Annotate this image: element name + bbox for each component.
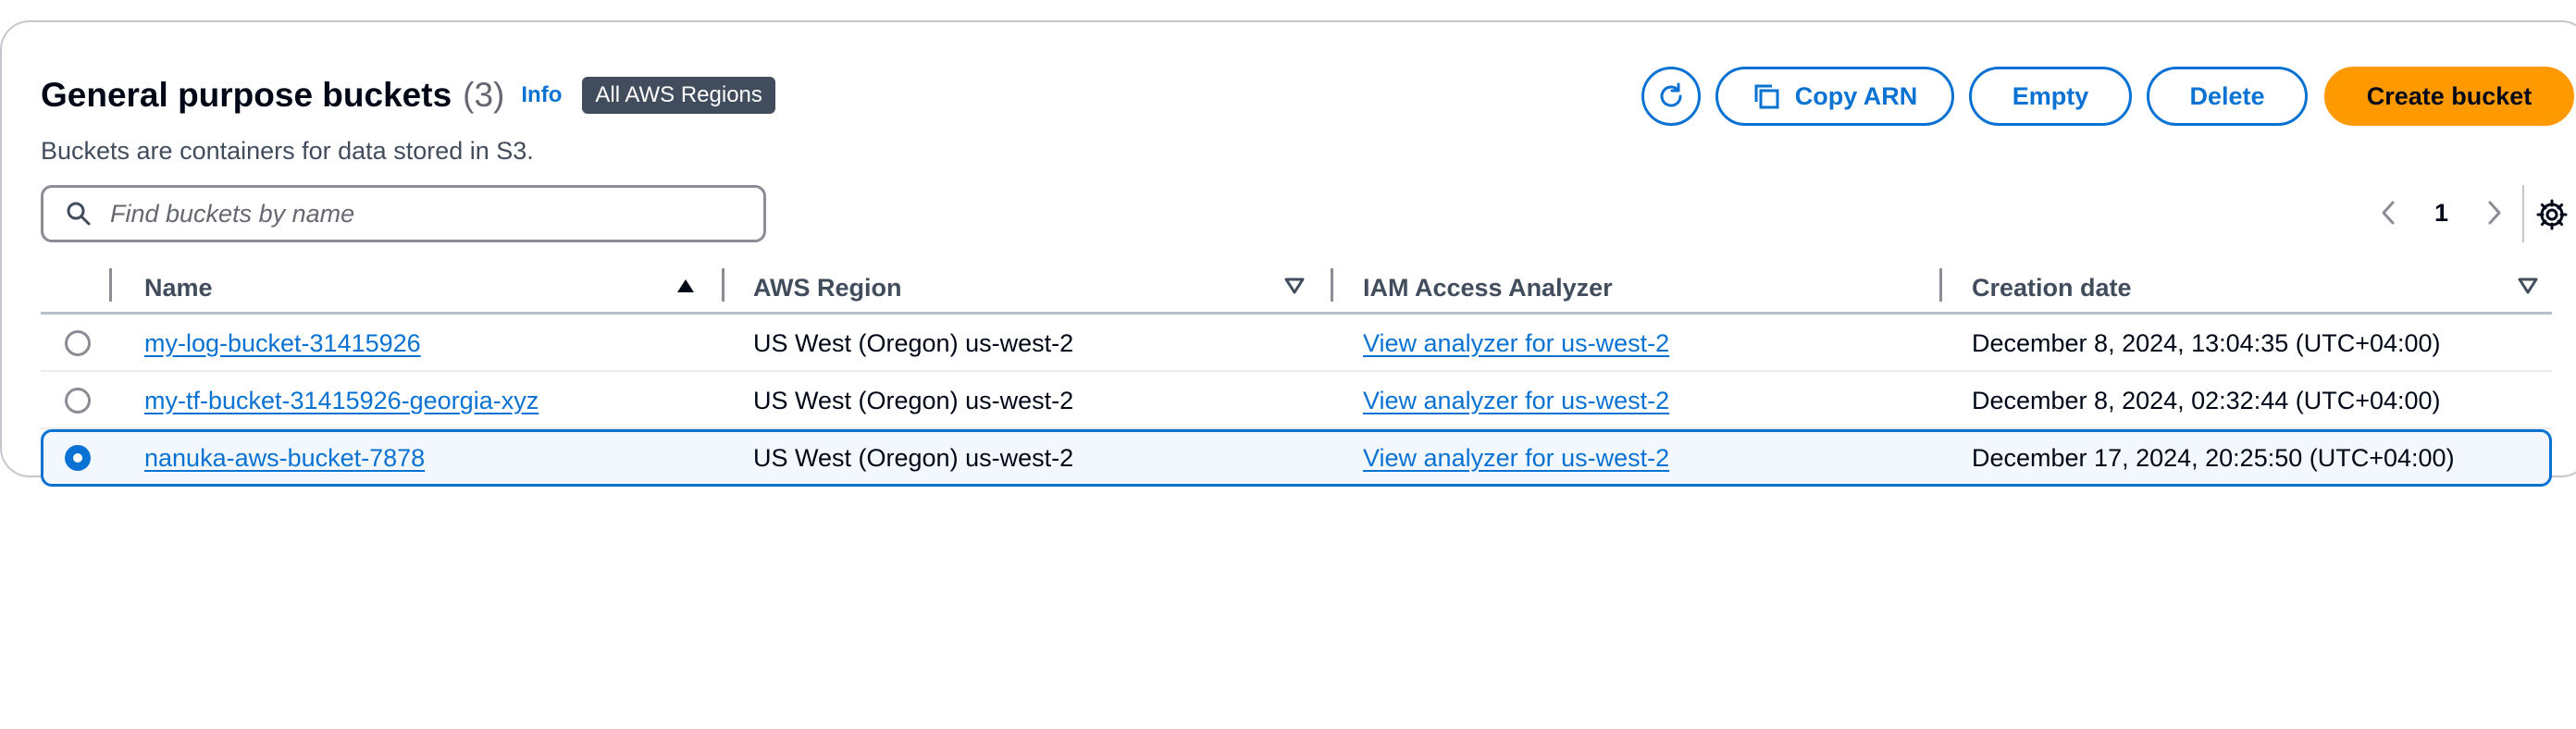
page-description: Buckets are containers for data stored i… [41, 137, 534, 165]
column-separator[interactable] [1939, 268, 1942, 302]
column-separator[interactable] [722, 268, 724, 302]
bucket-count: (3) [463, 76, 505, 114]
bucket-name-link[interactable]: my-tf-bucket-31415926-georgia-xyz [144, 387, 539, 415]
creation-date: December 17, 2024, 20:25:50 (UTC+04:00) [1972, 444, 2455, 472]
table-settings-button[interactable] [2533, 196, 2570, 233]
region-badge: All AWS Regions [582, 77, 775, 114]
copy-icon [1754, 84, 1779, 109]
delete-button[interactable]: Delete [2147, 67, 2308, 126]
creation-date: December 8, 2024, 02:32:44 (UTC+04:00) [1972, 387, 2441, 414]
copy-arn-label: Copy ARN [1794, 81, 1918, 110]
bucket-region: US West (Oregon) us-west-2 [753, 387, 1074, 414]
row-select-radio[interactable] [65, 388, 91, 414]
refresh-button[interactable] [1641, 67, 1701, 126]
column-header-analyzer[interactable]: IAM Access Analyzer [1363, 274, 1613, 303]
divider [2522, 185, 2524, 242]
analyzer-link[interactable]: View analyzer for us-west-2 [1363, 387, 1669, 415]
table-row[interactable]: my-log-bucket-31415926 US West (Oregon) … [41, 315, 2552, 372]
empty-button[interactable]: Empty [1969, 67, 2132, 126]
gear-icon [2536, 199, 2568, 230]
info-link[interactable]: Info [521, 82, 562, 108]
pagination: 1 [2370, 191, 2513, 235]
sort-ascending-icon[interactable] [675, 278, 696, 294]
bucket-region: US West (Oregon) us-west-2 [753, 444, 1074, 472]
buckets-table: Name AWS Region IAM Access Analyzer Crea… [41, 265, 2552, 487]
sort-icon[interactable] [1284, 278, 1305, 294]
copy-arn-button[interactable]: Copy ARN [1715, 67, 1954, 126]
bucket-name-link[interactable]: nanuka-aws-bucket-7878 [144, 444, 425, 473]
table-header: Name AWS Region IAM Access Analyzer Crea… [41, 265, 2552, 315]
sort-icon[interactable] [2518, 278, 2538, 294]
bucket-region: US West (Oregon) us-west-2 [753, 329, 1074, 357]
column-header-created[interactable]: Creation date [1972, 274, 2132, 303]
column-header-region[interactable]: AWS Region [753, 274, 902, 303]
refresh-icon [1660, 82, 1682, 107]
header: General purpose buckets (3) Info All AWS… [41, 76, 775, 115]
search-box [41, 185, 766, 242]
analyzer-link[interactable]: View analyzer for us-west-2 [1363, 444, 1669, 473]
search-icon [67, 202, 91, 226]
column-separator[interactable] [1331, 268, 1333, 302]
column-separator[interactable] [109, 268, 112, 302]
table-row[interactable]: nanuka-aws-bucket-7878 US West (Oregon) … [41, 429, 2552, 487]
row-select-radio[interactable] [65, 445, 91, 471]
chevron-right-icon [2488, 201, 2501, 225]
next-page-button[interactable] [2476, 191, 2513, 235]
page-number[interactable]: 1 [2434, 199, 2448, 228]
previous-page-button[interactable] [2370, 191, 2407, 235]
analyzer-link[interactable]: View analyzer for us-west-2 [1363, 329, 1669, 358]
action-toolbar: Copy ARN Empty Delete Create bucket [1641, 67, 2574, 126]
row-select-radio[interactable] [65, 330, 91, 356]
chevron-left-icon [2382, 201, 2395, 225]
search-input[interactable] [110, 199, 739, 229]
bucket-name-link[interactable]: my-log-bucket-31415926 [144, 329, 421, 358]
buckets-panel: General purpose buckets (3) Info All AWS… [0, 20, 2576, 487]
create-bucket-button[interactable]: Create bucket [2324, 67, 2574, 126]
column-header-name[interactable]: Name [144, 274, 213, 303]
creation-date: December 8, 2024, 13:04:35 (UTC+04:00) [1972, 329, 2441, 357]
table-row[interactable]: my-tf-bucket-31415926-georgia-xyz US Wes… [41, 372, 2552, 429]
page-title: General purpose buckets [41, 76, 452, 114]
